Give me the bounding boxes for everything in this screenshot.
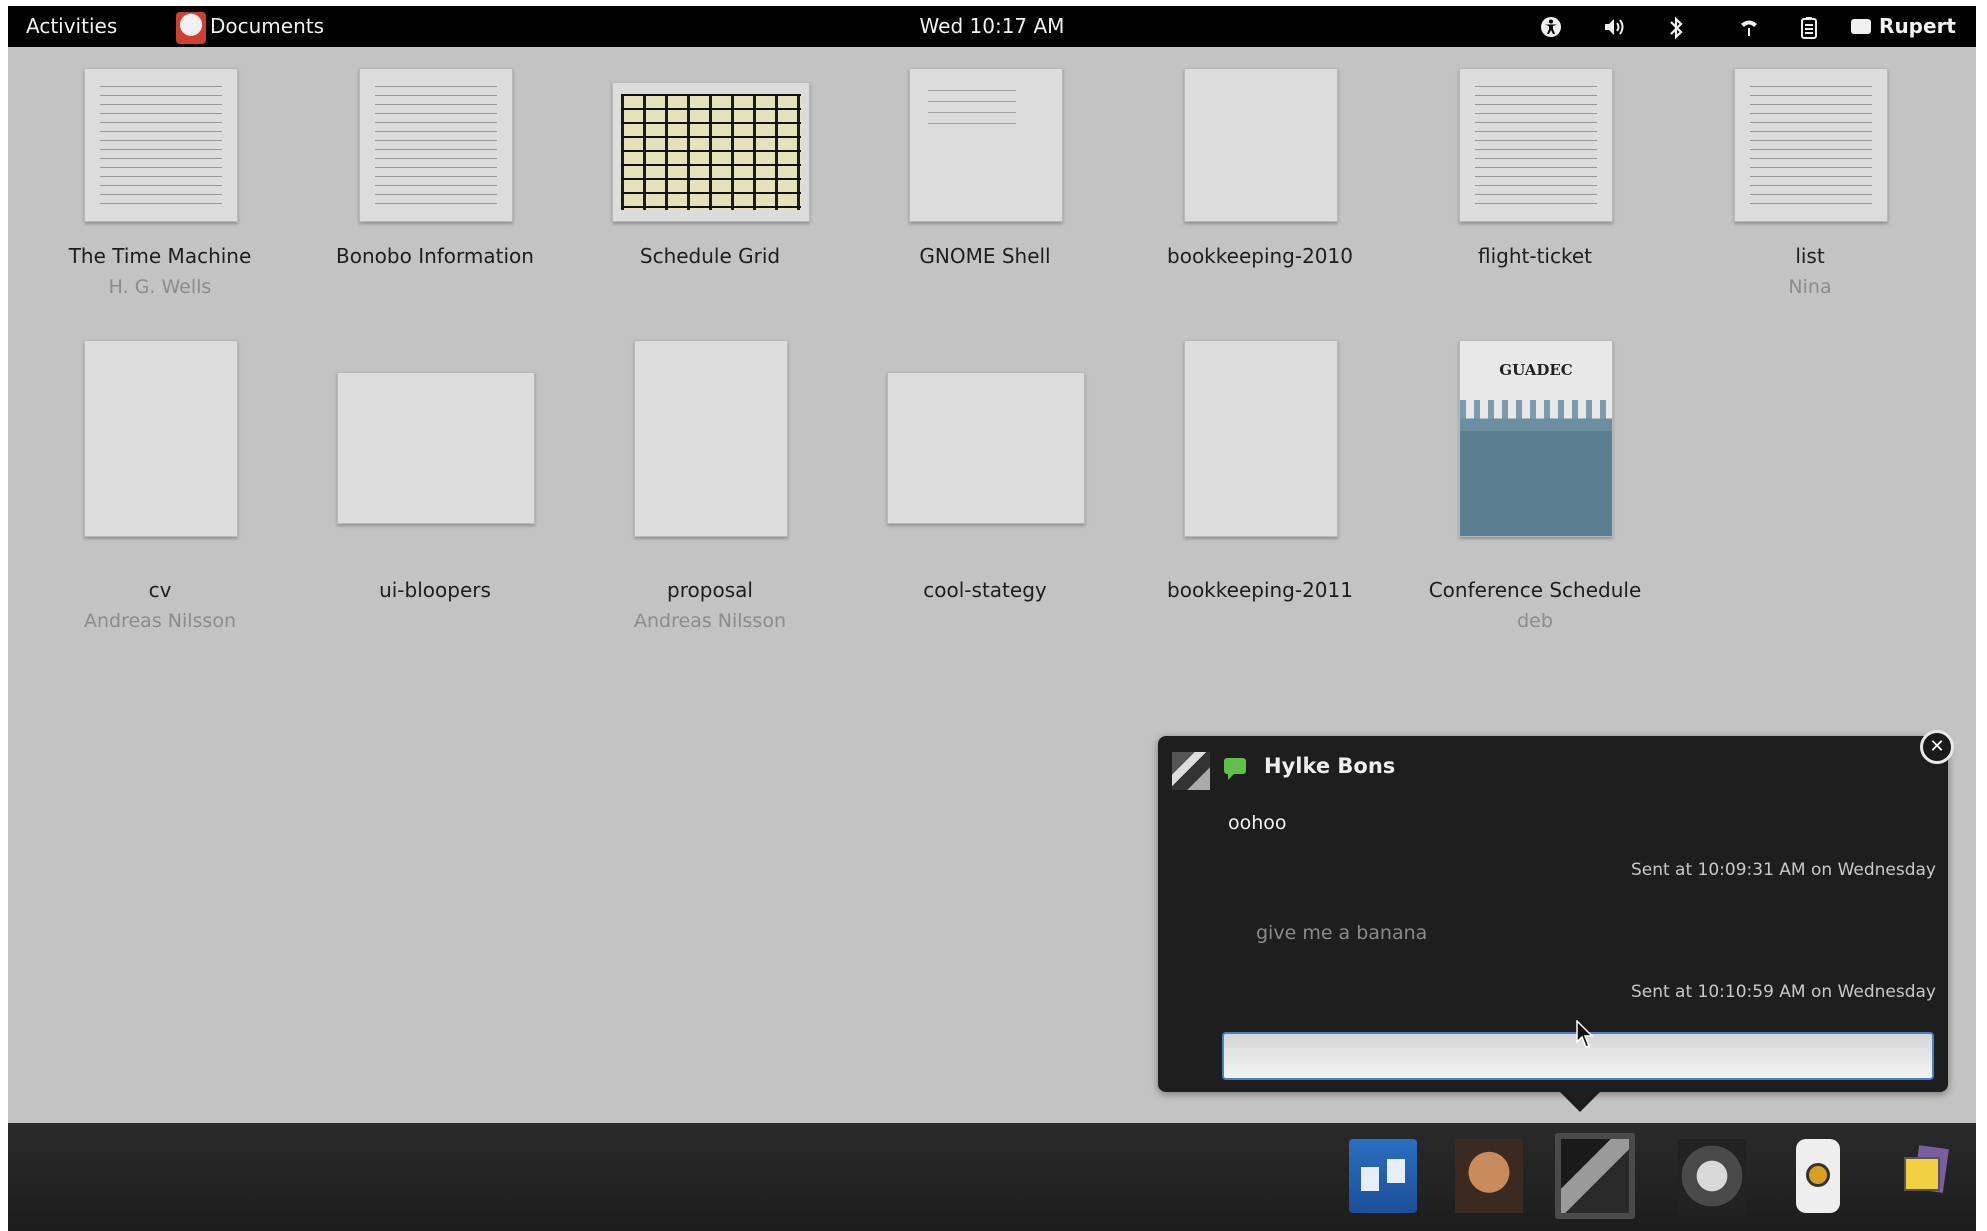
chat-bubble-icon: [1224, 758, 1246, 780]
document-author: deb: [1517, 610, 1553, 632]
document-thumbnail[interactable]: [612, 82, 810, 222]
document-item[interactable]: bookkeeping-2010: [1125, 32, 1395, 332]
document-thumbnail[interactable]: GUADEC: [1459, 340, 1613, 537]
document-item[interactable]: bookkeeping-2011: [1125, 338, 1395, 638]
document-author: Andreas Nilsson: [634, 610, 786, 632]
document-title: cv: [148, 578, 172, 602]
document-title: bookkeeping-2010: [1167, 244, 1353, 268]
message-timestamp: Sent at 10:09:31 AM on Wednesday: [1630, 860, 1936, 880]
document-item[interactable]: cool-stategy: [850, 338, 1120, 638]
sender-name: Hylke Bons: [1264, 754, 1396, 778]
tray-source-hylke-bons[interactable]: [1555, 1133, 1635, 1219]
tray-source-contact[interactable]: [1449, 1133, 1529, 1219]
document-thumbnail[interactable]: [1184, 68, 1338, 222]
document-title: The Time Machine: [68, 244, 252, 268]
document-title: GNOME Shell: [919, 244, 1051, 268]
message-text: oohoo: [1228, 812, 1287, 834]
contact-avatar: [1561, 1139, 1629, 1213]
document-title: bookkeeping-2011: [1167, 578, 1353, 602]
document-title: cool-stategy: [923, 578, 1047, 602]
document-item[interactable]: GNOME Shell: [850, 32, 1120, 332]
document-thumbnail[interactable]: [84, 68, 238, 222]
document-thumbnail[interactable]: [887, 372, 1085, 524]
document-title: proposal: [667, 578, 753, 602]
document-title: list: [1795, 244, 1825, 268]
notes-app-icon: [1890, 1139, 1958, 1213]
document-thumbnail[interactable]: [909, 68, 1063, 222]
document-item[interactable]: proposal Andreas Nilsson: [575, 338, 845, 638]
message-timestamp: Sent at 10:10:59 AM on Wednesday: [1630, 982, 1936, 1002]
contact-avatar: [1455, 1139, 1523, 1213]
mouse-pointer-icon: [1576, 1019, 1598, 1054]
document-author: H. G. Wells: [108, 276, 212, 298]
tray-source-contact[interactable]: [1672, 1133, 1752, 1219]
sender-avatar: [1172, 752, 1210, 790]
contact-avatar: [1678, 1139, 1746, 1213]
document-item[interactable]: GUADEC Conference Schedule deb: [1400, 338, 1670, 638]
close-notification-button[interactable]: ✕: [1920, 730, 1954, 764]
document-item[interactable]: list Nina: [1675, 32, 1945, 332]
document-title: Conference Schedule: [1428, 578, 1642, 602]
document-author: Nina: [1788, 276, 1832, 298]
speaker-icon: [1796, 1139, 1840, 1213]
document-item[interactable]: cv Andreas Nilsson: [25, 338, 295, 638]
document-title: Schedule Grid: [639, 244, 781, 268]
document-author: Andreas Nilsson: [84, 610, 236, 632]
document-item[interactable]: The Time Machine H. G. Wells: [25, 32, 295, 332]
message-tray: [8, 1123, 1976, 1231]
document-item[interactable]: Schedule Grid: [575, 32, 845, 332]
document-thumbnail[interactable]: [634, 340, 788, 537]
tray-source-notes[interactable]: [1884, 1133, 1964, 1219]
documents-app-icon: [1349, 1139, 1417, 1213]
chat-notification: ✕ Hylke Bons oohoo Sent at 10:09:31 AM o…: [1158, 730, 1954, 1112]
notification-pointer: [1560, 1092, 1600, 1112]
document-thumbnail[interactable]: [359, 68, 513, 222]
tray-source-documents[interactable]: [1343, 1133, 1423, 1219]
document-thumbnail[interactable]: [84, 340, 238, 537]
document-title: flight-ticket: [1478, 244, 1592, 268]
document-title: ui-bloopers: [379, 578, 491, 602]
screen: Activities Documents Wed 10:17 AM Rupert…: [8, 6, 1976, 1231]
document-item[interactable]: Bonobo Information: [300, 32, 570, 332]
tray-source-sound[interactable]: [1778, 1133, 1858, 1219]
document-thumbnail[interactable]: [1734, 68, 1888, 222]
document-title: Bonobo Information: [336, 244, 534, 268]
document-thumbnail[interactable]: [1459, 68, 1613, 222]
poster-title: GUADEC: [1499, 361, 1573, 379]
document-thumbnail[interactable]: [1184, 340, 1338, 537]
document-item[interactable]: flight-ticket: [1400, 32, 1670, 332]
document-item[interactable]: ui-bloopers: [300, 338, 570, 638]
message-text: give me a banana: [1256, 922, 1428, 944]
document-thumbnail[interactable]: [337, 372, 535, 524]
